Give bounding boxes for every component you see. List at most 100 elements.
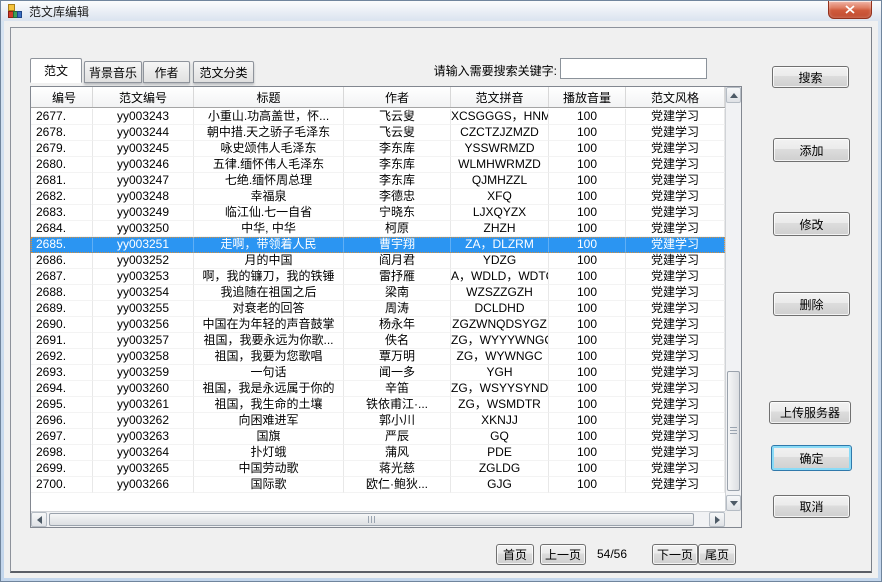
tab-bgmusic[interactable]: 背景音乐 [84,61,142,83]
table-row[interactable]: 2692.yy003258祖国，我要为您歌唱覃万明ZG，WYWNGC100党建学… [31,349,725,365]
delete-button[interactable]: 删除 [773,292,850,316]
table-cell: yy003266 [93,477,194,493]
table-cell: 我追随在祖国之后 [194,285,344,301]
modify-button[interactable]: 修改 [773,212,850,236]
table-cell: 啊，我的镰刀，我的铁锤 [194,269,344,285]
table-row-selected[interactable]: 2685.yy003251走啊，带领着人民曹宇翔ZA，DLZRM100党建学习 [31,237,725,253]
table-row[interactable]: 2678.yy003244朝中措.天之骄子毛泽东飞云叟CZCTZJZMZD100… [31,125,725,141]
table-cell: yy003251 [93,237,194,253]
tab-fanwen[interactable]: 范文 [30,58,82,83]
last-page-button[interactable]: 尾页 [698,544,736,565]
table-row[interactable]: 2683.yy003249临江仙.七一自省宁晓东LJXQYZX100党建学习 [31,205,725,221]
table-cell: 100 [549,317,626,333]
table-cell: YDZG [451,253,549,269]
table-row[interactable]: 2688.yy003254我追随在祖国之后梁南WZSZZGZH100党建学习 [31,285,725,301]
ok-button[interactable]: 确定 [771,445,852,471]
upload-server-button[interactable]: 上传服务器 [769,401,851,424]
table-row[interactable]: 2699.yy003265中国劳动歌蒋光慈ZGLDG100党建学习 [31,461,725,477]
table-row[interactable]: 2687.yy003253啊，我的镰刀，我的铁锤雷抒雁A，WDLD，WDTC10… [31,269,725,285]
table-cell: ZG，WYYYWNGC！ [451,333,549,349]
table-row[interactable]: 2684.yy003250中华, 中华柯原ZHZH100党建学习 [31,221,725,237]
table-cell: 100 [549,381,626,397]
table-cell: 党建学习 [626,429,725,445]
table-cell: 100 [549,109,626,125]
column-header[interactable]: 范文风格 [626,87,725,107]
table-row[interactable]: 2689.yy003255对衰老的回答周涛DCLDHD100党建学习 [31,301,725,317]
table-cell: 2683. [31,205,93,221]
tab-author[interactable]: 作者 [143,61,190,83]
column-header[interactable]: 标题 [194,87,344,107]
table-cell: 100 [549,445,626,461]
table-row[interactable]: 2686.yy003252月的中国阎月君YDZG100党建学习 [31,253,725,269]
column-header[interactable]: 编号 [31,87,93,107]
table-cell: yy003265 [93,461,194,477]
table-row[interactable]: 2694.yy003260祖国，我是永远属于你的辛笛ZG，WSYYSYND100… [31,381,725,397]
scroll-up-button[interactable] [726,87,741,103]
table-cell: 佚名 [344,333,451,349]
table-row[interactable]: 2682.yy003248幸福泉李德忠XFQ100党建学习 [31,189,725,205]
titlebar[interactable]: 范文库编辑 [1,1,881,21]
vertical-scrollbar[interactable] [725,87,741,511]
table-cell: yy003250 [93,221,194,237]
table-cell: 党建学习 [626,381,725,397]
column-header[interactable]: 播放音量 [549,87,626,107]
table-cell: 咏史颂伟人毛泽东 [194,141,344,157]
table-cell: yy003264 [93,445,194,461]
table-cell: 2681. [31,173,93,189]
table-row[interactable]: 2691.yy003257祖国，我要永远为你歌...佚名ZG，WYYYWNGC！… [31,333,725,349]
scroll-down-button[interactable] [726,495,741,511]
add-button[interactable]: 添加 [773,138,850,162]
first-page-button[interactable]: 首页 [496,544,534,565]
table-row[interactable]: 2681.yy003247七绝.缅怀周总理李东库QJMHZZL100党建学习 [31,173,725,189]
dialog-window: 范文库编辑 范文 背景音乐 作者 范文分类 请输入需要搜索关键字: 编号 范文编… [0,0,882,582]
next-page-button[interactable]: 下一页 [652,544,698,565]
table-cell: 党建学习 [626,237,725,253]
vertical-scroll-thumb[interactable] [727,371,740,491]
horizontal-scroll-thumb[interactable] [49,513,694,526]
table-row[interactable]: 2677.yy003243小重山.功高盖世，怀...飞云叟XCSGGGS，HNM… [31,109,725,125]
table-cell: 2699. [31,461,93,477]
table-row[interactable]: 2693.yy003259一句话闻一多YGH100党建学习 [31,365,725,381]
table-cell: 杨永年 [344,317,451,333]
table-cell: 对衰老的回答 [194,301,344,317]
table-cell: 党建学习 [626,253,725,269]
horizontal-scrollbar[interactable] [31,511,725,527]
table-row[interactable]: 2700.yy003266国际歌欧仁·鲍狄...GJG100党建学习 [31,477,725,493]
cancel-button[interactable]: 取消 [773,495,850,518]
table-cell: 党建学习 [626,157,725,173]
scroll-right-button[interactable] [709,512,725,527]
table-cell: yy003257 [93,333,194,349]
search-input[interactable] [560,58,707,79]
table-cell: 一句话 [194,365,344,381]
table-cell: yy003263 [93,429,194,445]
column-header[interactable]: 作者 [344,87,451,107]
table-row[interactable]: 2695.yy003261祖国，我生命的土壤铁依甫江·...ZG，WSMDTR1… [31,397,725,413]
scroll-left-button[interactable] [31,512,47,527]
column-header[interactable]: 范文编号 [93,87,194,107]
table-row[interactable]: 2698.yy003264扑灯蛾蒲风PDE100党建学习 [31,445,725,461]
table-cell: 2679. [31,141,93,157]
table-cell: 2687. [31,269,93,285]
table-cell: 2697. [31,429,93,445]
prev-page-button[interactable]: 上一页 [540,544,586,565]
search-button[interactable]: 搜索 [772,66,849,88]
table-cell: 朝中措.天之骄子毛泽东 [194,125,344,141]
table-cell: 祖国，我要为您歌唱 [194,349,344,365]
table-cell: GQ [451,429,549,445]
table-cell: 李东库 [344,141,451,157]
table-cell: 100 [549,205,626,221]
table-row[interactable]: 2696.yy003262向困难进军郭小川XKNJJ100党建学习 [31,413,725,429]
search-keyword-label: 请输入需要搜索关键字: [434,62,557,79]
table-row[interactable]: 2690.yy003256中国在为年轻的声音鼓掌杨永年ZGZWNQDSYGZ10… [31,317,725,333]
table-cell: 2678. [31,125,93,141]
table-cell: 祖国，我要永远为你歌... [194,333,344,349]
table-row[interactable]: 2679.yy003245咏史颂伟人毛泽东李东库YSSWRMZD100党建学习 [31,141,725,157]
arrow-up-icon [730,93,738,98]
table-cell: 党建学习 [626,141,725,157]
table-row[interactable]: 2680.yy003246五律.缅怀伟人毛泽东李东库WLMHWRMZD100党建… [31,157,725,173]
column-header[interactable]: 范文拼音 [451,87,549,107]
close-button[interactable] [828,1,872,19]
table-row[interactable]: 2697.yy003263国旗严辰GQ100党建学习 [31,429,725,445]
table-cell: yy003256 [93,317,194,333]
tab-category[interactable]: 范文分类 [193,61,254,83]
